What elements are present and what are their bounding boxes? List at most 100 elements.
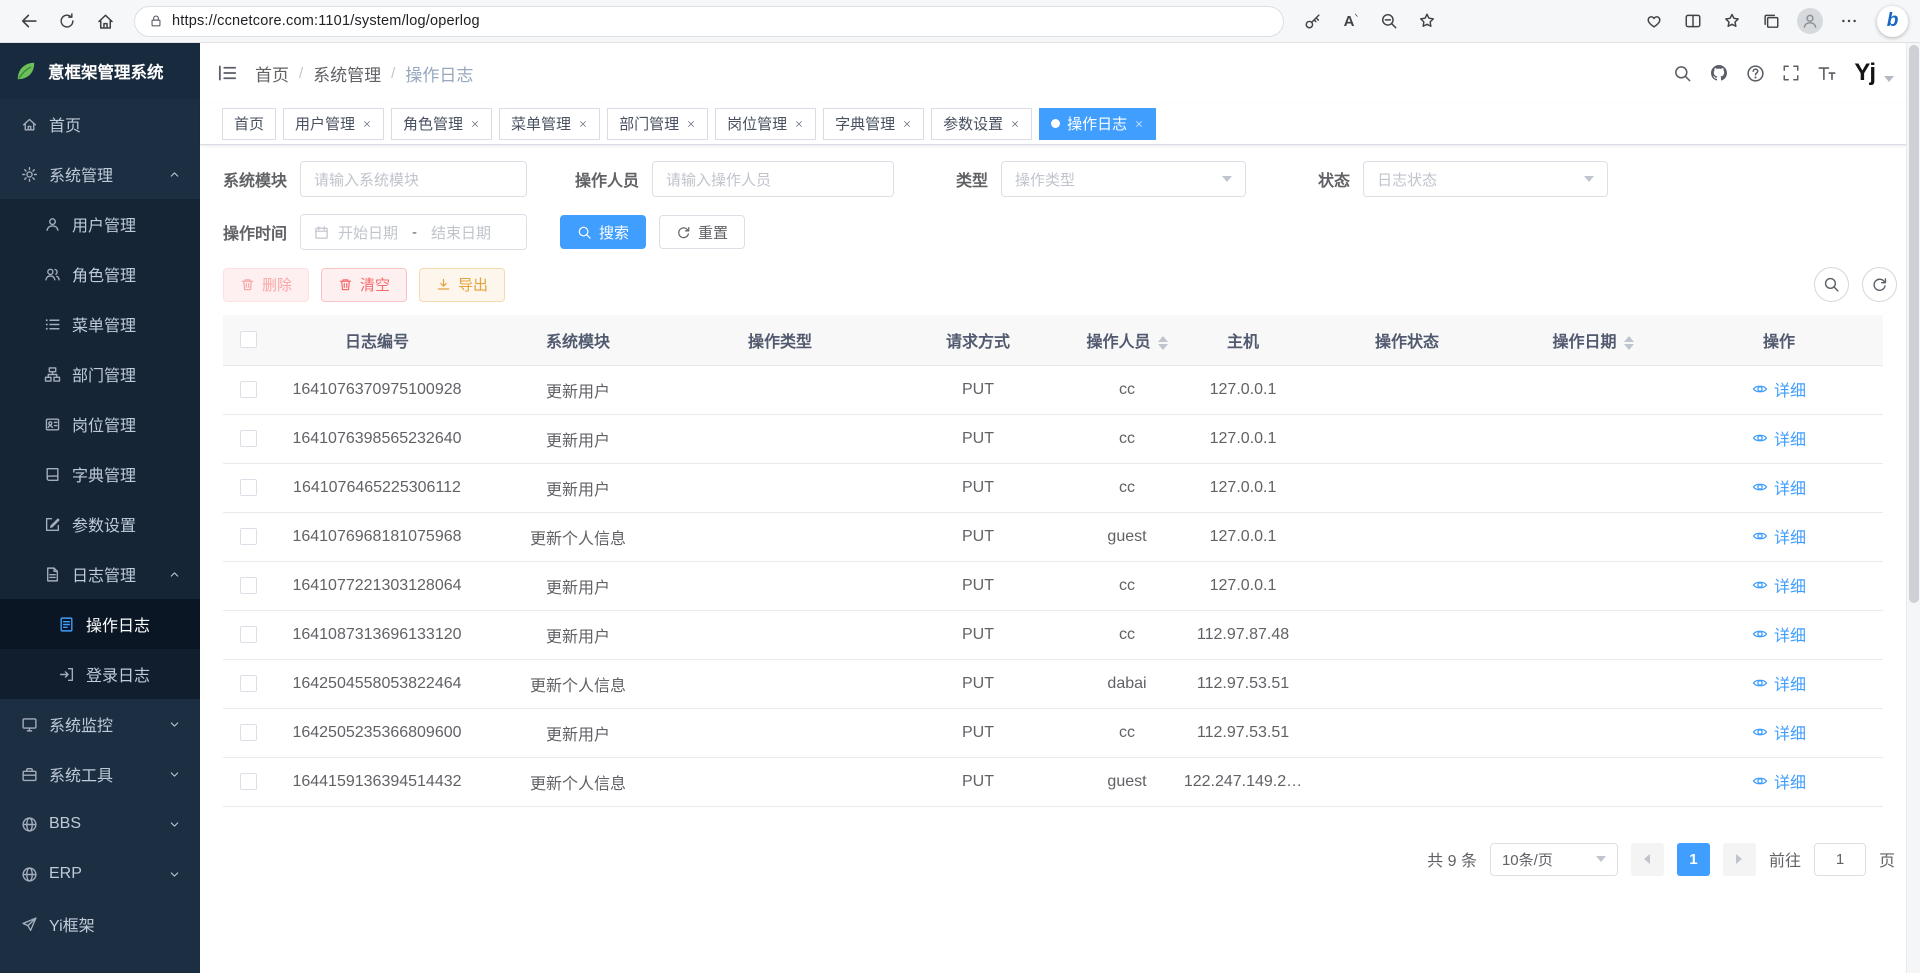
sidebar-item-dict[interactable]: 字典管理 xyxy=(0,449,200,499)
refresh-table-button[interactable] xyxy=(1862,267,1897,302)
sidebar-item-home[interactable]: 首页 xyxy=(0,99,200,149)
favorites-button[interactable] xyxy=(1715,5,1749,37)
prev-page-button[interactable] xyxy=(1631,843,1664,876)
detail-link[interactable]: 详细 xyxy=(1752,573,1806,597)
browser-refresh-button[interactable] xyxy=(50,5,84,37)
detail-link[interactable]: 详细 xyxy=(1752,524,1806,548)
tab-角色管理[interactable]: 角色管理 xyxy=(391,108,492,140)
fullscreen-icon[interactable] xyxy=(1782,64,1800,82)
row-checkbox[interactable] xyxy=(240,381,257,398)
close-icon[interactable] xyxy=(794,119,804,129)
module-input[interactable]: 请输入系统模块 xyxy=(300,161,527,197)
sort-icon[interactable] xyxy=(1624,336,1634,350)
next-page-button[interactable] xyxy=(1723,843,1756,876)
breadcrumb-item[interactable]: 首页 xyxy=(255,61,289,86)
delete-button[interactable]: 删除 xyxy=(223,268,309,302)
operator-input[interactable]: 请输入操作人员 xyxy=(652,161,894,197)
sidebar-item-bbs[interactable]: BBS xyxy=(0,799,200,849)
user-menu-caret-icon[interactable] xyxy=(1884,76,1894,82)
browser-essentials-button[interactable] xyxy=(1637,5,1671,37)
sidebar-item-system[interactable]: 系统管理 xyxy=(0,149,200,199)
sidebar-item-role[interactable]: 角色管理 xyxy=(0,249,200,299)
password-manager-button[interactable] xyxy=(1296,5,1330,37)
browser-back-button[interactable] xyxy=(12,5,46,37)
column-header-5[interactable]: 操作人员 xyxy=(1071,315,1183,365)
close-icon[interactable] xyxy=(1010,119,1020,129)
close-icon[interactable] xyxy=(902,119,912,129)
scrollbar-thumb[interactable] xyxy=(1909,45,1919,603)
reset-button[interactable]: 重置 xyxy=(659,215,745,249)
close-icon[interactable] xyxy=(578,119,588,129)
sidebar-item-loginlog[interactable]: 登录日志 xyxy=(0,649,200,699)
page-size-select[interactable]: 10条/页 xyxy=(1490,843,1618,876)
zoom-out-button[interactable] xyxy=(1372,5,1406,37)
close-icon[interactable] xyxy=(470,119,480,129)
detail-link[interactable]: 详细 xyxy=(1752,475,1806,499)
search-button[interactable]: 搜索 xyxy=(560,215,646,249)
detail-link[interactable]: 详细 xyxy=(1752,671,1806,695)
sidebar-item-user[interactable]: 用户管理 xyxy=(0,199,200,249)
row-checkbox[interactable] xyxy=(240,724,257,741)
status-select[interactable]: 日志状态 xyxy=(1363,161,1608,197)
row-checkbox[interactable] xyxy=(240,773,257,790)
close-icon[interactable] xyxy=(686,119,696,129)
tab-部门管理[interactable]: 部门管理 xyxy=(607,108,708,140)
sort-icon[interactable] xyxy=(1158,336,1168,350)
row-checkbox[interactable] xyxy=(240,528,257,545)
sidebar-item-operlog[interactable]: 操作日志 xyxy=(0,599,200,649)
sidebar-logo[interactable]: 意框架管理系统 xyxy=(0,43,200,99)
user-logo[interactable]: Yj xyxy=(1854,59,1875,87)
sidebar-item-tools[interactable]: 系统工具 xyxy=(0,749,200,799)
help-icon[interactable] xyxy=(1746,64,1765,83)
sidebar-toggle-button[interactable] xyxy=(216,62,238,84)
read-aloud-button[interactable]: Aᐠ xyxy=(1334,5,1368,37)
row-checkbox[interactable] xyxy=(240,577,257,594)
tab-用户管理[interactable]: 用户管理 xyxy=(283,108,384,140)
bing-logo[interactable]: b xyxy=(1877,6,1908,37)
clear-button[interactable]: 清空 xyxy=(321,268,407,302)
toggle-search-button[interactable] xyxy=(1814,267,1849,302)
detail-link[interactable]: 详细 xyxy=(1752,769,1806,793)
sidebar-item-menu[interactable]: 菜单管理 xyxy=(0,299,200,349)
split-screen-button[interactable] xyxy=(1676,5,1710,37)
column-header-8[interactable]: 操作日期 xyxy=(1511,315,1675,365)
select-all-checkbox[interactable] xyxy=(240,331,257,348)
sidebar-item-dept[interactable]: 部门管理 xyxy=(0,349,200,399)
detail-link[interactable]: 详细 xyxy=(1752,720,1806,744)
profile-button[interactable] xyxy=(1793,5,1827,37)
row-checkbox[interactable] xyxy=(240,675,257,692)
row-checkbox[interactable] xyxy=(240,626,257,643)
tab-操作日志[interactable]: 操作日志 xyxy=(1039,108,1156,140)
type-select[interactable]: 操作类型 xyxy=(1001,161,1246,197)
page-scrollbar[interactable] xyxy=(1906,43,1920,973)
row-checkbox[interactable] xyxy=(240,430,257,447)
breadcrumb-item[interactable]: 系统管理 xyxy=(313,61,381,86)
font-size-icon[interactable] xyxy=(1817,63,1837,83)
browser-menu-button[interactable] xyxy=(1832,5,1866,37)
detail-link[interactable]: 详细 xyxy=(1752,426,1806,450)
detail-link[interactable]: 详细 xyxy=(1752,377,1806,401)
detail-link[interactable]: 详细 xyxy=(1752,622,1806,646)
date-range-input[interactable]: 开始日期 - 结束日期 xyxy=(300,214,527,250)
add-favorite-button[interactable] xyxy=(1410,5,1444,37)
sidebar-item-post[interactable]: 岗位管理 xyxy=(0,399,200,449)
close-icon[interactable] xyxy=(362,119,372,129)
tab-岗位管理[interactable]: 岗位管理 xyxy=(715,108,816,140)
address-bar[interactable]: https://ccnetcore.com:1101/system/log/op… xyxy=(134,6,1284,37)
sidebar-item-erp[interactable]: ERP xyxy=(0,849,200,899)
close-icon[interactable] xyxy=(1134,119,1144,129)
row-checkbox[interactable] xyxy=(240,479,257,496)
sidebar-item-yi[interactable]: Yi框架 xyxy=(0,899,200,949)
github-icon[interactable] xyxy=(1709,63,1729,83)
goto-page-input[interactable]: 1 xyxy=(1814,843,1866,876)
collections-button[interactable] xyxy=(1754,5,1788,37)
sidebar-item-monitor[interactable]: 系统监控 xyxy=(0,699,200,749)
tab-参数设置[interactable]: 参数设置 xyxy=(931,108,1032,140)
header-search-icon[interactable] xyxy=(1673,64,1692,83)
tab-字典管理[interactable]: 字典管理 xyxy=(823,108,924,140)
page-number-button[interactable]: 1 xyxy=(1677,843,1710,876)
browser-home-button[interactable] xyxy=(88,5,122,37)
export-button[interactable]: 导出 xyxy=(419,268,505,302)
tab-菜单管理[interactable]: 菜单管理 xyxy=(499,108,600,140)
sidebar-item-config[interactable]: 参数设置 xyxy=(0,499,200,549)
